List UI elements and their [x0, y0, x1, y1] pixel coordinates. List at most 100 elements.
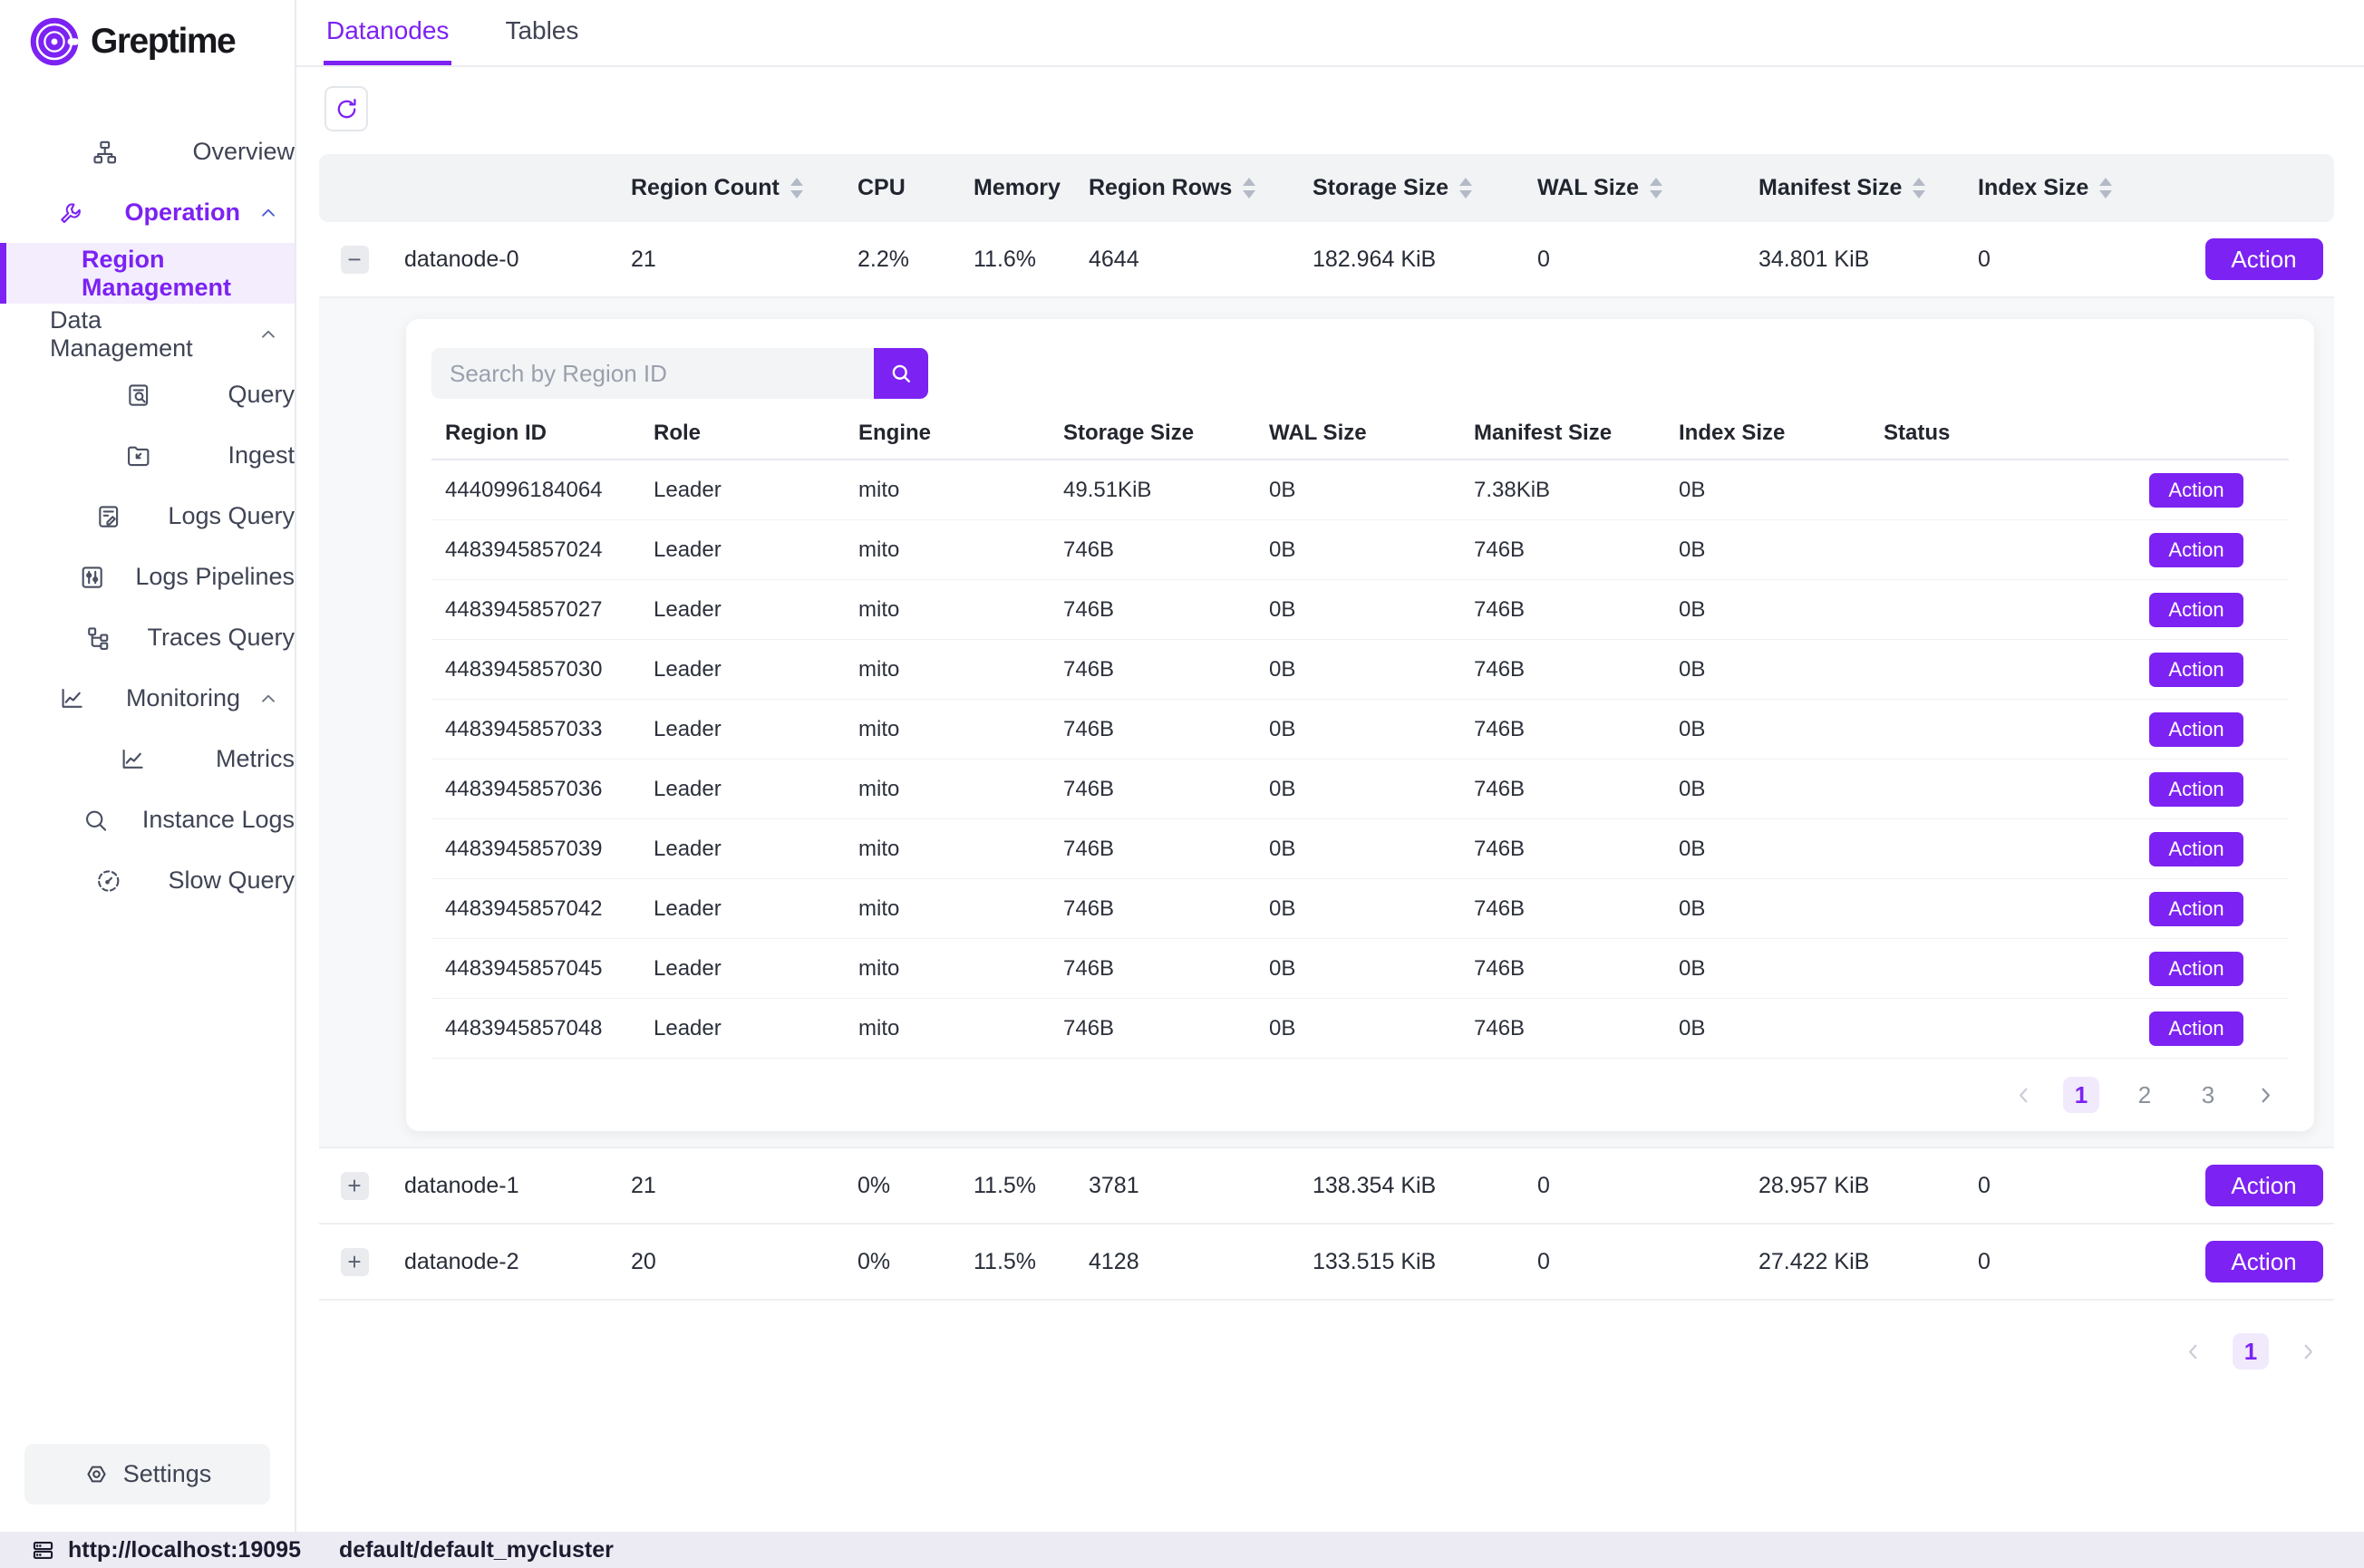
region-row: 4483945857045 Leader mito 746B 0B 746B 0… — [431, 939, 2289, 999]
sidebar-item-logs-pipelines[interactable]: Logs Pipelines — [0, 547, 295, 607]
tab-tables[interactable]: Tables — [502, 0, 581, 65]
wal-size-cell: 0 — [1532, 1249, 1753, 1275]
chevron-up-icon[interactable] — [257, 687, 280, 711]
cpu-cell: 0% — [852, 1249, 968, 1275]
wrench-icon — [34, 199, 108, 227]
sidebar-item-overview[interactable]: Overview — [0, 121, 295, 182]
storage-size-cell: 138.354 KiB — [1307, 1173, 1532, 1199]
refresh-button[interactable] — [325, 86, 368, 131]
sidebar-group-data-management[interactable]: Data Management — [0, 304, 295, 364]
storage-size-cell: 746B — [1050, 537, 1255, 563]
expand-button[interactable]: + — [341, 1172, 369, 1200]
sidebar-item-label: Ingest — [228, 441, 295, 469]
sidebar-item-slow-query[interactable]: Slow Query — [0, 850, 295, 911]
sidebar-item-traces-query[interactable]: Traces Query — [0, 607, 295, 668]
wal-size-cell: 0B — [1255, 537, 1460, 563]
column-header-manifest-size: Manifest Size — [1460, 421, 1665, 446]
index-size-cell: 0B — [1665, 1016, 1870, 1041]
sidebar-item-query[interactable]: Query — [0, 364, 295, 425]
role-cell: Leader — [640, 597, 845, 623]
memory-cell: 11.5% — [968, 1173, 1083, 1199]
sidebar-item-instance-logs[interactable]: Instance Logs — [0, 789, 295, 850]
region-row: 4483945857030 Leader mito 746B 0B 746B 0… — [431, 640, 2289, 700]
engine-cell: mito — [845, 777, 1050, 802]
region-action-button[interactable]: Action — [2149, 653, 2243, 687]
pagination-next-button[interactable] — [2296, 1340, 2320, 1364]
sort-icon[interactable] — [1650, 178, 1662, 198]
sidebar-group-label: Monitoring — [126, 684, 240, 712]
pagination-next-button[interactable] — [2253, 1083, 2278, 1108]
sidebar-item-label: Region Management — [82, 246, 295, 302]
collapse-button[interactable]: − — [341, 246, 369, 274]
region-search-button[interactable] — [874, 348, 928, 399]
sidebar-item-logs-query[interactable]: Logs Query — [0, 486, 295, 547]
expand-button[interactable]: + — [341, 1248, 369, 1276]
sort-icon[interactable] — [790, 178, 803, 198]
datanode-action-button[interactable]: Action — [2205, 238, 2323, 280]
chevron-left-icon — [2011, 1083, 2036, 1108]
sidebar-item-region-management[interactable]: Region Management — [0, 243, 295, 304]
manifest-size-cell: 7.38KiB — [1460, 478, 1665, 503]
region-search-input[interactable] — [431, 348, 874, 399]
sidebar-group-label: Data Management — [50, 306, 240, 363]
sort-icon[interactable] — [1459, 178, 1472, 198]
endpoint-url: http://localhost:19095 — [68, 1537, 301, 1563]
region-id-cell: 4483945857027 — [431, 597, 640, 623]
region-action-button[interactable]: Action — [2149, 952, 2243, 986]
index-size-cell: 0B — [1665, 837, 1870, 862]
region-action-button[interactable]: Action — [2149, 533, 2243, 567]
region-action-button[interactable]: Action — [2149, 473, 2243, 508]
region-action-button[interactable]: Action — [2149, 1011, 2243, 1046]
region-action-button[interactable]: Action — [2149, 772, 2243, 807]
region-action-button[interactable]: Action — [2149, 832, 2243, 866]
pagination-prev-button[interactable] — [2011, 1083, 2036, 1108]
sidebar-group-operation[interactable]: Operation — [0, 182, 295, 243]
wal-size-cell: 0B — [1255, 717, 1460, 742]
sidebar-item-label: Logs Pipelines — [135, 563, 295, 591]
tab-datanodes[interactable]: Datanodes — [324, 0, 451, 65]
index-size-cell: 0B — [1665, 717, 1870, 742]
pagination-page-1[interactable]: 1 — [2233, 1333, 2269, 1370]
pagination-page-3[interactable]: 3 — [2190, 1077, 2226, 1113]
column-label: Memory — [974, 175, 1061, 201]
pagination-page-1[interactable]: 1 — [2063, 1077, 2099, 1113]
wal-size-cell: 0 — [1532, 247, 1753, 273]
sidebar: Greptime Overview Operation Region Manag… — [0, 0, 296, 1532]
role-cell: Leader — [640, 956, 845, 982]
storage-size-cell: 746B — [1050, 597, 1255, 623]
sidebar-item-label: Query — [228, 381, 295, 409]
region-action-button[interactable]: Action — [2149, 593, 2243, 627]
datanode-action-button[interactable]: Action — [2205, 1165, 2323, 1206]
storage-size-cell: 746B — [1050, 717, 1255, 742]
column-header-region-rows: Region Rows — [1083, 175, 1307, 201]
sidebar-group-monitoring[interactable]: Monitoring — [0, 668, 295, 729]
pagination-page-2[interactable]: 2 — [2127, 1077, 2163, 1113]
sidebar-item-label: Overview — [192, 138, 295, 166]
manifest-size-cell: 746B — [1460, 537, 1665, 563]
column-label: Region Rows — [1089, 175, 1232, 201]
settings-button[interactable]: Settings — [24, 1444, 270, 1505]
sort-icon[interactable] — [2099, 178, 2112, 198]
region-id-cell: 4483945857039 — [431, 837, 640, 862]
chevron-up-icon[interactable] — [257, 323, 280, 346]
sidebar-item-metrics[interactable]: Metrics — [0, 729, 295, 789]
region-action-button[interactable]: Action — [2149, 712, 2243, 747]
region-row: 4483945857039 Leader mito 746B 0B 746B 0… — [431, 819, 2289, 879]
column-header-region-id: Region ID — [431, 421, 640, 446]
region-action-button[interactable]: Action — [2149, 892, 2243, 926]
wal-size-cell: 0B — [1255, 657, 1460, 682]
sort-icon[interactable] — [1913, 178, 1925, 198]
sort-icon[interactable] — [1243, 178, 1255, 198]
folder-import-icon — [65, 442, 211, 469]
datanodes-header-row: Region Count CPU Memory Region Rows Stor… — [319, 154, 2334, 222]
pagination-prev-button[interactable] — [2181, 1340, 2205, 1364]
sidebar-item-ingest[interactable]: Ingest — [0, 425, 295, 486]
chevron-up-icon[interactable] — [257, 201, 280, 225]
region-count-cell: 20 — [625, 1249, 852, 1275]
region-row: 4483945857027 Leader mito 746B 0B 746B 0… — [431, 580, 2289, 640]
datanode-action-button[interactable]: Action — [2205, 1241, 2323, 1282]
region-id-cell: 4483945857048 — [431, 1016, 640, 1041]
region-pagination: 1 2 3 — [431, 1077, 2289, 1113]
chart-line-icon — [34, 685, 110, 712]
role-cell: Leader — [640, 478, 845, 503]
